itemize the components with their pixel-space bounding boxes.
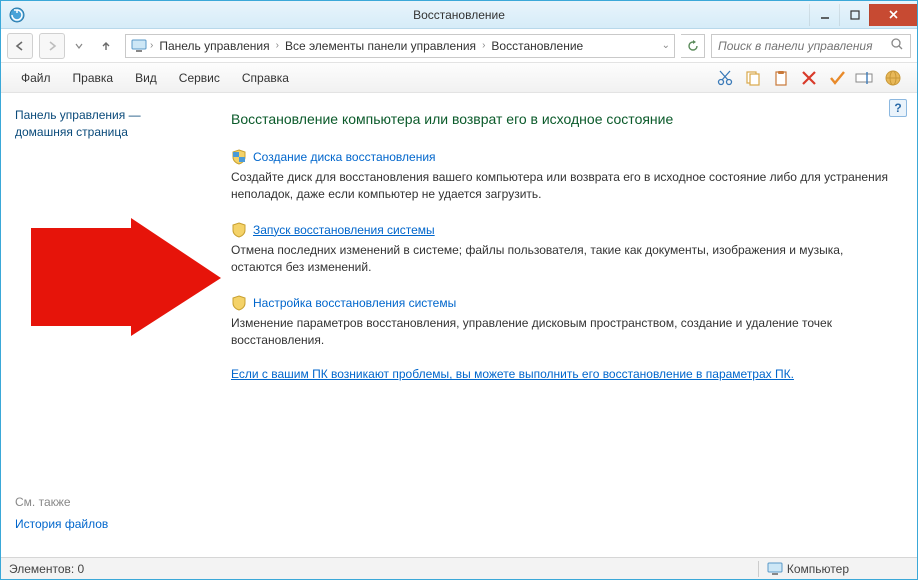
content-area: Панель управления — домашняя страница См… xyxy=(1,93,917,555)
menu-view[interactable]: Вид xyxy=(125,67,167,89)
breadcrumb[interactable]: › Панель управления › Все элементы панел… xyxy=(125,34,675,58)
sidebar-link-history[interactable]: История файлов xyxy=(15,517,187,531)
scissors-icon[interactable] xyxy=(715,68,735,88)
forward-button[interactable] xyxy=(39,33,65,59)
breadcrumb-item[interactable]: Все элементы панели управления xyxy=(281,39,480,53)
sidebar-home-link[interactable]: Панель управления — домашняя страница xyxy=(15,107,187,141)
shield-icon xyxy=(231,222,247,238)
refresh-button[interactable] xyxy=(681,34,705,58)
search-icon[interactable] xyxy=(890,37,904,54)
link-configure-system-restore[interactable]: Настройка восстановления системы xyxy=(253,296,456,310)
help-button[interactable]: ? xyxy=(889,99,907,117)
option-configure-system-restore: Настройка восстановления системы Изменен… xyxy=(231,295,891,350)
toolbar xyxy=(715,68,907,88)
app-icon xyxy=(5,7,29,23)
status-computer-label: Компьютер xyxy=(787,562,849,576)
menu-edit[interactable]: Правка xyxy=(63,67,124,89)
monitor-icon xyxy=(130,37,148,55)
option-desc: Изменение параметров восстановления, упр… xyxy=(231,315,891,350)
status-element-count: Элементов: 0 xyxy=(9,562,84,576)
option-start-system-restore: Запуск восстановления системы Отмена пос… xyxy=(231,222,891,277)
breadcrumb-item[interactable]: Восстановление xyxy=(487,39,587,53)
check-icon[interactable] xyxy=(827,68,847,88)
window-title: Восстановление xyxy=(1,8,917,22)
shield-icon xyxy=(231,295,247,311)
minimize-button[interactable] xyxy=(809,4,839,26)
close-button[interactable] xyxy=(869,4,917,26)
link-create-recovery-disk[interactable]: Создание диска восстановления xyxy=(253,150,436,164)
page-heading: Восстановление компьютера или возврат ег… xyxy=(231,111,891,127)
menu-file[interactable]: Файл xyxy=(11,67,61,89)
maximize-button[interactable] xyxy=(839,4,869,26)
breadcrumb-item[interactable]: Панель управления xyxy=(155,39,273,53)
chevron-right-icon: › xyxy=(150,40,153,51)
navbar: › Панель управления › Все элементы панел… xyxy=(1,29,917,63)
computer-icon xyxy=(767,562,783,576)
rename-icon[interactable] xyxy=(855,68,875,88)
statusbar: Элементов: 0 Компьютер xyxy=(1,557,917,579)
recent-dropdown[interactable] xyxy=(71,33,87,59)
up-button[interactable] xyxy=(93,33,119,59)
globe-icon[interactable] xyxy=(883,68,903,88)
link-pc-settings-recovery[interactable]: Если с вашим ПК возникают проблемы, вы м… xyxy=(231,367,891,381)
clipboard-icon[interactable] xyxy=(771,68,791,88)
window-buttons xyxy=(809,4,917,26)
shield-icon xyxy=(231,149,247,165)
titlebar: Восстановление xyxy=(1,1,917,29)
see-also-label: См. также xyxy=(15,495,187,509)
search-box[interactable] xyxy=(711,34,911,58)
chevron-right-icon: › xyxy=(276,40,279,51)
option-desc: Создайте диск для восстановления вашего … xyxy=(231,169,891,204)
option-desc: Отмена последних изменений в системе; фа… xyxy=(231,242,891,277)
option-create-recovery-disk: Создание диска восстановления Создайте д… xyxy=(231,149,891,204)
status-computer: Компьютер xyxy=(767,562,849,576)
back-button[interactable] xyxy=(7,33,33,59)
delete-icon[interactable] xyxy=(799,68,819,88)
chevron-right-icon: › xyxy=(482,40,485,51)
search-input[interactable] xyxy=(718,39,890,53)
menu-help[interactable]: Справка xyxy=(232,67,299,89)
sidebar: Панель управления — домашняя страница См… xyxy=(1,93,201,555)
copy-icon[interactable] xyxy=(743,68,763,88)
menubar: Файл Правка Вид Сервис Справка xyxy=(1,63,917,93)
link-start-system-restore[interactable]: Запуск восстановления системы xyxy=(253,223,435,237)
chevron-down-icon[interactable]: ⌄ xyxy=(662,40,670,51)
main-panel: ? Восстановление компьютера или возврат … xyxy=(201,93,917,555)
menu-service[interactable]: Сервис xyxy=(169,67,230,89)
